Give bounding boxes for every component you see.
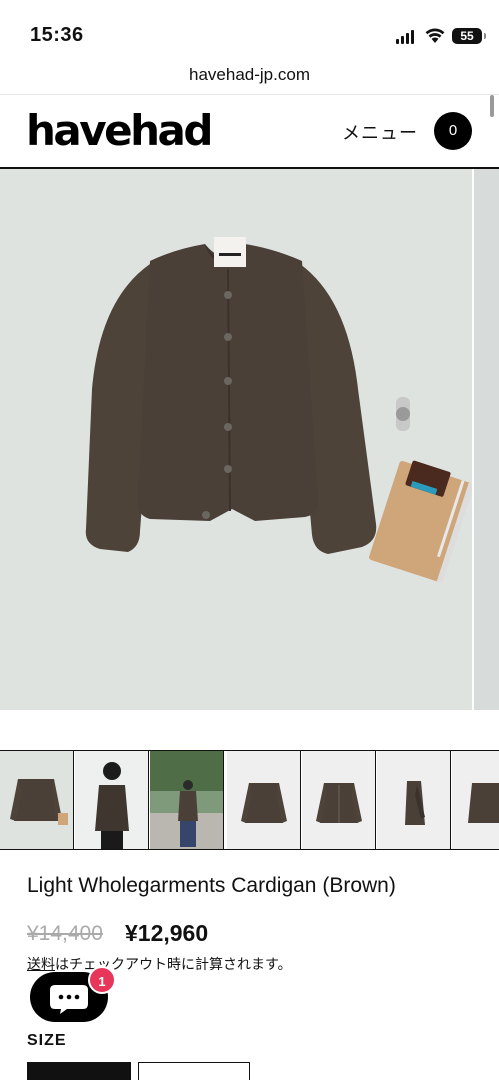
site-logo[interactable]: havehad <box>26 109 213 153</box>
next-hero-image-peek[interactable] <box>474 169 499 710</box>
wifi-icon <box>425 28 445 43</box>
product-title: Light Wholegarments Cardigan (Brown) <box>27 874 396 897</box>
shipping-note-text: はチェックアウト時に計算されます。 <box>55 956 292 972</box>
thumbnail-7[interactable] <box>452 751 499 849</box>
thumbnail-1[interactable] <box>0 751 74 849</box>
status-time: 15:36 <box>30 24 84 46</box>
shipping-link[interactable]: 送料 <box>27 956 55 972</box>
scroll-indicator <box>490 95 494 117</box>
shipping-note: 送料はチェックアウト時に計算されます。 <box>27 954 292 974</box>
battery-icon: 55 <box>452 28 486 44</box>
cart-button[interactable]: 0 <box>434 112 472 150</box>
signal-icon <box>396 30 416 44</box>
size-option[interactable] <box>138 1062 250 1080</box>
thumbnail-5[interactable] <box>302 751 376 849</box>
status-bar: 15:36 55 <box>0 0 499 60</box>
size-label: SIZE <box>27 1032 67 1049</box>
url-bar[interactable]: havehad-jp.com <box>0 60 499 94</box>
thumbnail-6[interactable] <box>377 751 451 849</box>
sale-price: ¥12,960 <box>125 920 209 946</box>
original-price: ¥14,400 <box>27 922 103 945</box>
site-header: havehad メニュー 0 <box>0 94 499 169</box>
thumbnail-2[interactable] <box>75 751 149 849</box>
chat-notification-badge: 1 <box>88 966 116 994</box>
cardigan-illustration <box>0 169 472 710</box>
product-hero-image[interactable] <box>0 169 472 710</box>
thumbnail-3[interactable] <box>150 751 224 849</box>
menu-button[interactable]: メニュー <box>342 119 418 145</box>
size-option-selected[interactable] <box>27 1062 131 1080</box>
thumbnail-4[interactable] <box>227 751 301 849</box>
thumbnail-strip <box>0 750 499 850</box>
